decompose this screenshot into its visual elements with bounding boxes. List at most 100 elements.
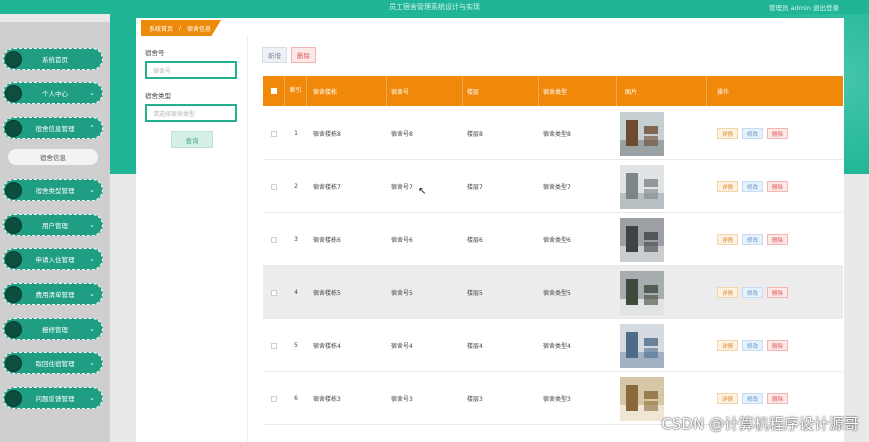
edit-button[interactable]: 修改 bbox=[742, 181, 764, 192]
detail-button[interactable]: 详情 bbox=[717, 393, 739, 404]
sidebar-subitem-dorm-info[interactable]: 宿舍信息 bbox=[8, 149, 98, 165]
batch-delete-button[interactable]: 删除 bbox=[291, 47, 316, 63]
chevron-down-icon: ⌄ bbox=[89, 290, 95, 298]
sidebar-item-dorm-info[interactable]: 宿舍信息管理 ⌃ bbox=[3, 117, 103, 139]
cell-building: 宿舍楼栋7 bbox=[313, 184, 341, 191]
nav-dot-icon bbox=[5, 50, 22, 68]
chevron-down-icon: ⌄ bbox=[89, 186, 95, 194]
dorm-type-select[interactable]: 请选择宿舍类型 bbox=[145, 104, 237, 122]
cell-floor: 楼层3 bbox=[467, 396, 483, 403]
sidebar-item-fees[interactable]: 费用清单管理 ⌄ bbox=[3, 283, 103, 305]
cell-index: 1 bbox=[294, 130, 298, 137]
dorm-photo[interactable] bbox=[620, 111, 664, 156]
detail-button[interactable]: 详情 bbox=[717, 181, 739, 192]
chevron-down-icon: ⌄ bbox=[89, 89, 95, 97]
nav-dot-icon bbox=[5, 119, 22, 137]
sidebar-item-label: 问题反馈管理 bbox=[35, 395, 75, 403]
delete-button[interactable]: 删除 bbox=[767, 287, 789, 298]
sidebar-item-retrieve[interactable]: 取回住宿管理 ⌄ bbox=[3, 352, 103, 374]
cell-floor: 楼层8 bbox=[467, 131, 483, 138]
select-all-cell bbox=[263, 76, 285, 106]
edit-button[interactable]: 修改 bbox=[742, 340, 764, 351]
edit-button[interactable]: 修改 bbox=[742, 128, 764, 139]
dorm-photo[interactable] bbox=[620, 323, 664, 368]
cell-index: 3 bbox=[294, 236, 298, 243]
divider bbox=[247, 36, 248, 442]
sidebar-item-home[interactable]: 系统首页 bbox=[3, 48, 103, 70]
dorm-photo[interactable] bbox=[620, 164, 664, 209]
dorm-photo[interactable] bbox=[620, 270, 664, 315]
chevron-down-icon: ⌄ bbox=[89, 359, 95, 367]
delete-button[interactable]: 删除 bbox=[767, 234, 789, 245]
cell-index: 5 bbox=[294, 342, 298, 349]
cell-image bbox=[620, 160, 710, 213]
cell-floor: 楼层6 bbox=[467, 237, 483, 244]
breadcrumb-home[interactable]: 系统首页 bbox=[149, 24, 173, 33]
detail-button[interactable]: 详情 bbox=[717, 128, 739, 139]
header-floor: 楼层 bbox=[463, 76, 539, 106]
sidebar-item-users[interactable]: 用户管理 ⌄ bbox=[3, 214, 103, 236]
sidebar-item-personal-center[interactable]: 个人中心 ⌄ bbox=[3, 82, 103, 104]
detail-button[interactable]: 详情 bbox=[717, 287, 739, 298]
cell-room: 宿舍号6 bbox=[391, 237, 413, 244]
dorm-type-label: 宿舍类型 bbox=[145, 92, 171, 100]
row-checkbox[interactable] bbox=[271, 342, 277, 349]
dorm-photo[interactable] bbox=[620, 217, 664, 262]
cell-building: 宿舍楼栋3 bbox=[313, 396, 341, 403]
sidebar-item-checkin-apply[interactable]: 申请入住管理 ⌄ bbox=[3, 248, 103, 270]
nav-dot-icon bbox=[5, 354, 22, 372]
cell-room: 宿舍号3 bbox=[391, 396, 413, 403]
nav-dot-icon bbox=[5, 320, 22, 338]
cell-actions: 详情 修改 删除 bbox=[717, 213, 843, 266]
delete-button[interactable]: 删除 bbox=[767, 128, 789, 139]
row-checkbox[interactable] bbox=[271, 289, 277, 296]
cell-image bbox=[620, 213, 710, 266]
detail-button[interactable]: 详情 bbox=[717, 340, 739, 351]
chevron-down-icon: ⌄ bbox=[89, 394, 95, 402]
chevron-down-icon: ⌄ bbox=[89, 221, 95, 229]
header-actions: 操作 bbox=[717, 88, 730, 96]
row-checkbox[interactable] bbox=[271, 130, 277, 137]
cell-image bbox=[620, 266, 710, 319]
edit-button[interactable]: 修改 bbox=[742, 234, 764, 245]
user-info[interactable]: 管理员 admin 退出登录 bbox=[769, 2, 839, 12]
cell-floor: 楼层5 bbox=[467, 290, 483, 297]
sidebar-item-label: 宿舍类型管理 bbox=[35, 187, 75, 195]
cell-type: 宿舍类型3 bbox=[543, 396, 571, 403]
delete-button[interactable]: 删除 bbox=[767, 340, 789, 351]
nav-dot-icon bbox=[5, 181, 22, 199]
cell-type: 宿舍类型6 bbox=[543, 237, 571, 244]
delete-button[interactable]: 删除 bbox=[767, 181, 789, 192]
delete-button[interactable]: 删除 bbox=[767, 393, 789, 404]
sidebar-item-feedback[interactable]: 问题反馈管理 ⌄ bbox=[3, 387, 103, 409]
cell-room: 宿舍号5 bbox=[391, 290, 413, 297]
mouse-cursor-icon: ↖ bbox=[418, 186, 427, 197]
dorm-number-input[interactable]: 宿舍号 bbox=[145, 61, 237, 79]
watermark: CSDN @计算机程序设计源哥 bbox=[661, 415, 859, 433]
table-row: 5 宿舍楼栋4 宿舍号4 楼层4 宿舍类型4 详情 修改 删除 bbox=[263, 319, 843, 372]
cell-building: 宿舍楼栋6 bbox=[313, 237, 341, 244]
chevron-down-icon: ⌄ bbox=[89, 255, 95, 263]
sidebar-item-label: 个人中心 bbox=[42, 90, 68, 98]
edit-button[interactable]: 修改 bbox=[742, 287, 764, 298]
header-image: 图片 bbox=[617, 76, 707, 106]
search-button[interactable]: 查询 bbox=[171, 131, 213, 148]
dorm-photo[interactable] bbox=[620, 376, 664, 421]
cell-image bbox=[620, 319, 710, 372]
nav-dot-icon bbox=[5, 84, 22, 102]
row-checkbox[interactable] bbox=[271, 183, 277, 190]
row-checkbox[interactable] bbox=[271, 236, 277, 243]
add-button[interactable]: 新增 bbox=[262, 47, 287, 63]
select-all-checkbox[interactable] bbox=[270, 88, 277, 94]
table-row: 4 宿舍楼栋5 宿舍号5 楼层5 宿舍类型5 详情 修改 删除 bbox=[263, 266, 843, 319]
row-checkbox[interactable] bbox=[271, 395, 277, 402]
cell-building: 宿舍楼栋5 bbox=[313, 290, 341, 297]
header-index: 索引 bbox=[285, 76, 307, 106]
row-select-cell bbox=[263, 107, 285, 160]
cell-type: 宿舍类型5 bbox=[543, 290, 571, 297]
sidebar-item-dorm-type[interactable]: 宿舍类型管理 ⌄ bbox=[3, 179, 103, 201]
chevron-down-icon: ⌄ bbox=[89, 325, 95, 333]
detail-button[interactable]: 详情 bbox=[717, 234, 739, 245]
edit-button[interactable]: 修改 bbox=[742, 393, 764, 404]
sidebar-item-repair[interactable]: 报修管理 ⌄ bbox=[3, 318, 103, 340]
